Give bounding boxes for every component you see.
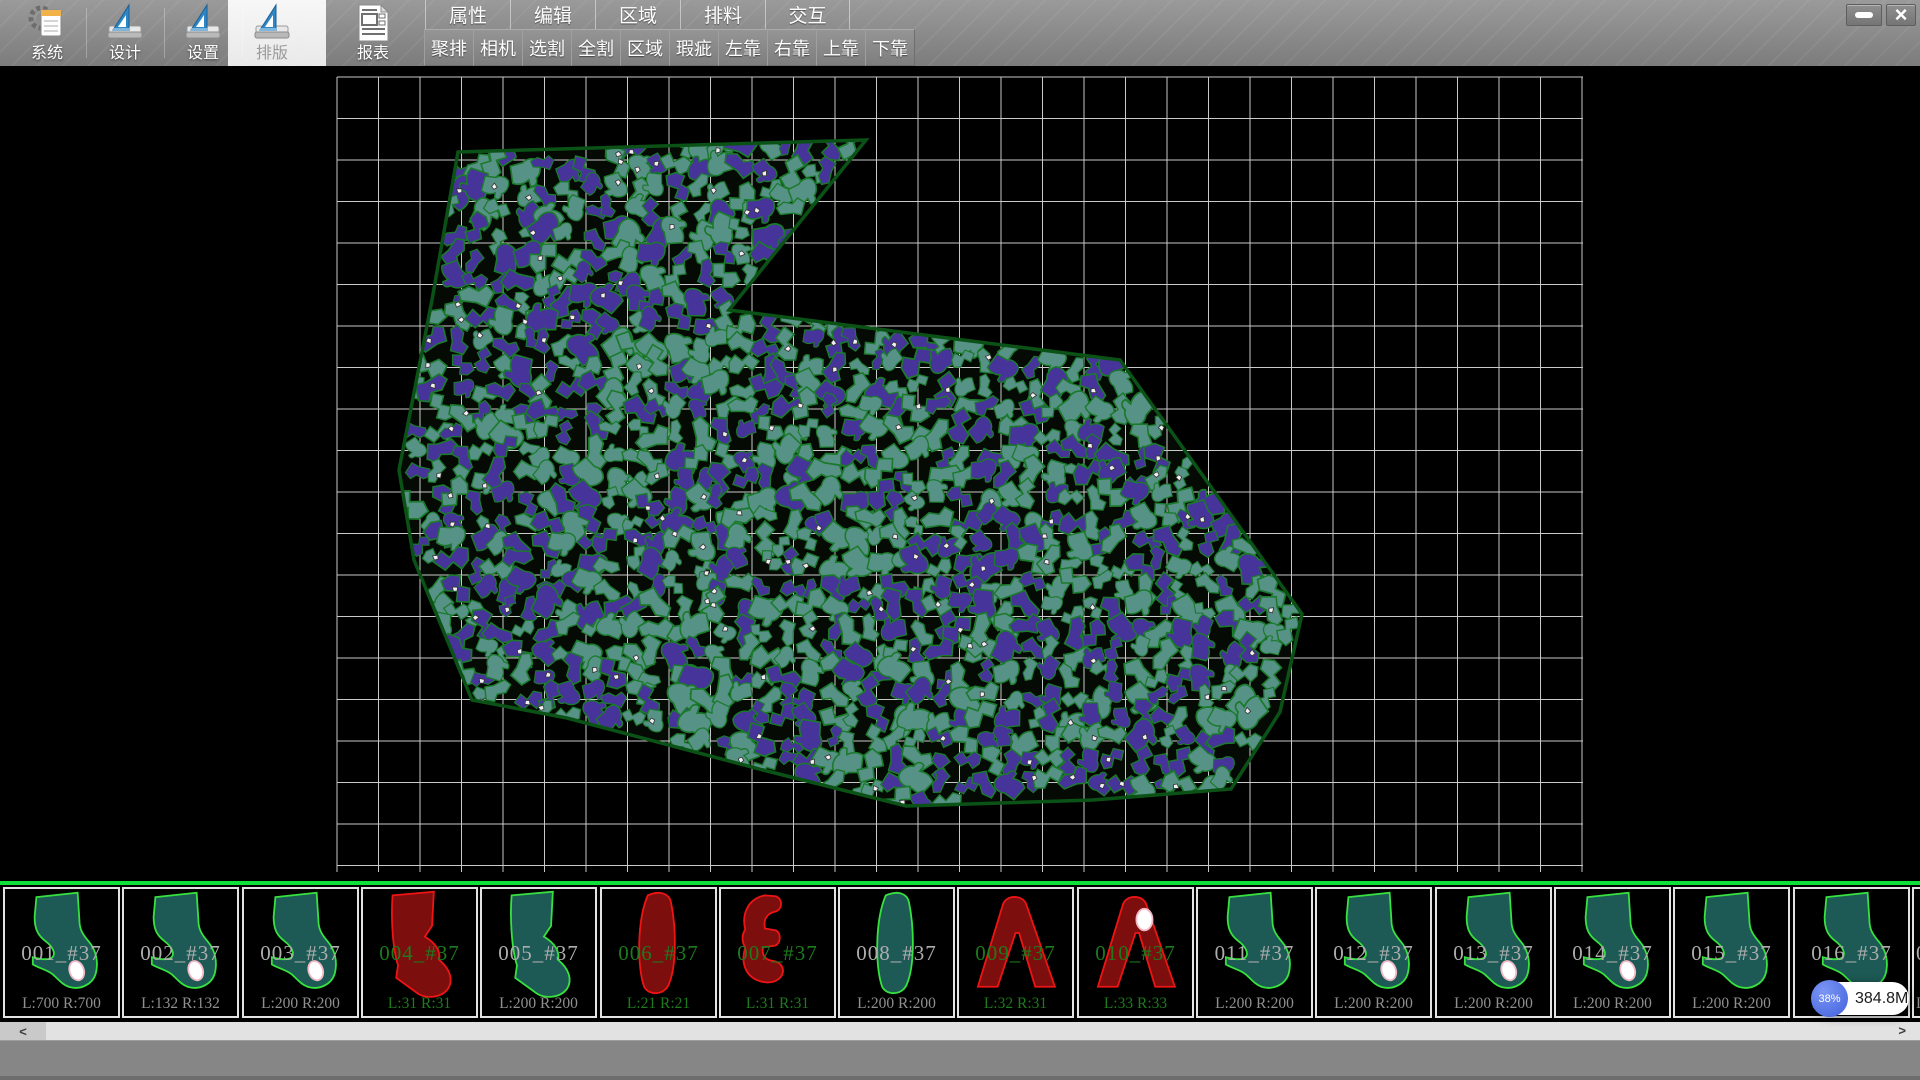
minimize-button[interactable] bbox=[1846, 4, 1882, 26]
part-id-label: 007_#37 bbox=[721, 941, 834, 966]
app-tab-label: 设置 bbox=[187, 44, 219, 64]
memory-amount-label: 384.8M bbox=[1855, 982, 1908, 1015]
part-thumbnail-strip: 001_#37 L:700 R:700 002_#37 L:132 R:132 … bbox=[0, 881, 1920, 1022]
tool-snap-left[interactable]: 左靠 bbox=[718, 29, 768, 66]
part-id-label: 002_#37 bbox=[124, 941, 237, 966]
tool-snap-down[interactable]: 下靠 bbox=[865, 29, 915, 66]
ruler-icon bbox=[182, 2, 224, 44]
part-id-label: 012_#37 bbox=[1317, 941, 1430, 966]
part-lr-count-label: L:700 R:700 bbox=[5, 995, 118, 1013]
part-lr-count-label: L:200 R:200 bbox=[1556, 995, 1669, 1013]
part-id-label: 013_#37 bbox=[1437, 941, 1550, 966]
part-lr-count-label: L:200 R:200 bbox=[1198, 995, 1311, 1013]
part-lr-count-label: L:33 R:33 bbox=[1079, 995, 1192, 1013]
part-thumbnail-8[interactable]: 008_#37 L:200 R:200 bbox=[838, 887, 955, 1018]
part-thumbnail-13[interactable]: 013_#37 L:200 R:200 bbox=[1435, 887, 1552, 1018]
part-thumbnail-1[interactable]: 001_#37 L:700 R:700 bbox=[3, 887, 120, 1018]
app-tab-label: 排版 bbox=[256, 44, 288, 64]
app-tab-settings[interactable]: 设置 bbox=[164, 0, 242, 66]
part-thumbnail-14[interactable]: 014_#37 L:200 R:200 bbox=[1554, 887, 1671, 1018]
scroll-right-icon[interactable]: > bbox=[1898, 1022, 1906, 1040]
part-lr-count-label: L:32 R:31 bbox=[959, 995, 1072, 1013]
part-thumbnail-5[interactable]: 005_#37 L:200 R:200 bbox=[480, 887, 597, 1018]
scroll-left-icon: < bbox=[19, 1024, 27, 1039]
app-tab-label: 系统 bbox=[31, 44, 63, 64]
part-id-label: 011_#37 bbox=[1198, 941, 1311, 966]
part-id-label: 004_#37 bbox=[363, 941, 476, 966]
tool-region[interactable]: 区域 bbox=[620, 29, 670, 66]
part-lr-count-label: L:200 R:200 bbox=[840, 995, 953, 1013]
app-tab-label: 报表 bbox=[357, 44, 389, 64]
part-thumbnail-2[interactable]: 002_#37 L:132 R:132 bbox=[122, 887, 239, 1018]
tool-select-cut[interactable]: 选割 bbox=[522, 29, 572, 66]
scroll-left-button[interactable]: < bbox=[0, 1022, 46, 1040]
part-id-label: 006_#37 bbox=[602, 941, 715, 966]
tool-button-row: 聚排相机选割全割区域瑕疵左靠右靠上靠下靠 bbox=[425, 29, 915, 66]
part-lr-count-label: L:21 R:21 bbox=[602, 995, 715, 1013]
part-thumbnail-15[interactable]: 015_#37 L:200 R:200 bbox=[1673, 887, 1790, 1018]
part-thumbnail-6[interactable]: 006_#37 L:21 R:21 bbox=[600, 887, 717, 1018]
part-lr-count-label: L:200 R:200 bbox=[1317, 995, 1430, 1013]
part-lr-count-label: L:31 R:31 bbox=[721, 995, 834, 1013]
part-id-label: 001_#37 bbox=[5, 941, 118, 966]
part-id-label: 005_#37 bbox=[482, 941, 595, 966]
part-id-label: 014_#37 bbox=[1556, 941, 1669, 966]
part-id-label: 015_#37 bbox=[1675, 941, 1788, 966]
part-lr-count-label: L:31 R:31 bbox=[363, 995, 476, 1013]
part-lr-count-label: L:200 R:200 bbox=[482, 995, 595, 1013]
part-lr-count-label: L:200 R:200 bbox=[1675, 995, 1788, 1013]
canvas-svg bbox=[0, 66, 1920, 881]
app-tab-label: 设计 bbox=[109, 44, 141, 64]
part-id-label: 010_#37 bbox=[1079, 941, 1192, 966]
part-thumbnail-9[interactable]: 009_#37 L:32 R:31 bbox=[957, 887, 1074, 1018]
menu-properties[interactable]: 属性 bbox=[425, 0, 510, 29]
part-thumbnail-11[interactable]: 011_#37 L:200 R:200 bbox=[1196, 887, 1313, 1018]
part-thumbnail-3[interactable]: 003_#37 L:200 R:200 bbox=[242, 887, 359, 1018]
part-thumbnail-4[interactable]: 004_#37 L:31 R:31 bbox=[361, 887, 478, 1018]
part-thumbnail-10[interactable]: 010_#37 L:33 R:33 bbox=[1077, 887, 1194, 1018]
app-tab-nesting[interactable]: 排版 bbox=[233, 0, 311, 66]
part-thumbnail-7[interactable]: 007_#37 L:31 R:31 bbox=[719, 887, 836, 1018]
part-id-label: 0 bbox=[1914, 941, 1920, 966]
menu-nesting[interactable]: 排料 bbox=[680, 0, 765, 29]
part-thumbnail-12[interactable]: 012_#37 L:200 R:200 bbox=[1315, 887, 1432, 1018]
tool-snap-up[interactable]: 上靠 bbox=[816, 29, 866, 66]
tool-cluster-nest[interactable]: 聚排 bbox=[424, 29, 474, 66]
part-id-label: 009_#37 bbox=[959, 941, 1072, 966]
memory-usage-badge[interactable]: 38% 384.8M bbox=[1813, 982, 1909, 1015]
application-window: 系统 设计 设置 排版 报表 属性编辑区域排料交互 聚排相机选割全割区域瑕疵左靠… bbox=[0, 0, 1920, 1080]
part-id-label: 008_#37 bbox=[840, 941, 953, 966]
app-tab-system[interactable]: 系统 bbox=[8, 0, 86, 66]
report-icon bbox=[352, 2, 394, 44]
part-id-label: 003_#37 bbox=[244, 941, 357, 966]
tool-snap-right[interactable]: 右靠 bbox=[767, 29, 817, 66]
tool-defect[interactable]: 瑕疵 bbox=[669, 29, 719, 66]
close-button[interactable]: × bbox=[1886, 4, 1916, 26]
app-tab-design[interactable]: 设计 bbox=[86, 0, 164, 66]
ruler-icon bbox=[251, 2, 293, 44]
app-tab-report[interactable]: 报表 bbox=[334, 0, 412, 66]
memory-percent-label: 38% bbox=[1818, 993, 1840, 1005]
menu-interact[interactable]: 交互 bbox=[765, 0, 850, 29]
tool-cut-all[interactable]: 全割 bbox=[571, 29, 621, 66]
menu-edit[interactable]: 编辑 bbox=[510, 0, 595, 29]
system-icon bbox=[26, 2, 68, 44]
titlebar-toolbar: 系统 设计 设置 排版 报表 属性编辑区域排料交互 聚排相机选割全割区域瑕疵左靠… bbox=[0, 0, 1920, 66]
menu-bar: 属性编辑区域排料交互 bbox=[425, 0, 850, 29]
close-icon: × bbox=[1895, 5, 1908, 25]
part-lr-count-label: L:200 R:200 bbox=[244, 995, 357, 1013]
tool-camera[interactable]: 相机 bbox=[473, 29, 523, 66]
nesting-canvas[interactable] bbox=[0, 66, 1920, 881]
status-bar bbox=[0, 1040, 1920, 1080]
minimize-icon bbox=[1855, 12, 1873, 18]
menu-region[interactable]: 区域 bbox=[595, 0, 680, 29]
part-lr-count-label: L: bbox=[1914, 995, 1920, 1013]
ruler-icon bbox=[104, 2, 146, 44]
memory-percent-indicator: 38% bbox=[1811, 980, 1848, 1017]
part-thumbnail-17[interactable]: 0 L: bbox=[1912, 887, 1920, 1018]
part-lr-count-label: L:200 R:200 bbox=[1437, 995, 1550, 1013]
horizontal-scrollbar[interactable]: < > bbox=[0, 1022, 1920, 1040]
part-lr-count-label: L:132 R:132 bbox=[124, 995, 237, 1013]
part-id-label: 016_#37 bbox=[1795, 941, 1908, 966]
